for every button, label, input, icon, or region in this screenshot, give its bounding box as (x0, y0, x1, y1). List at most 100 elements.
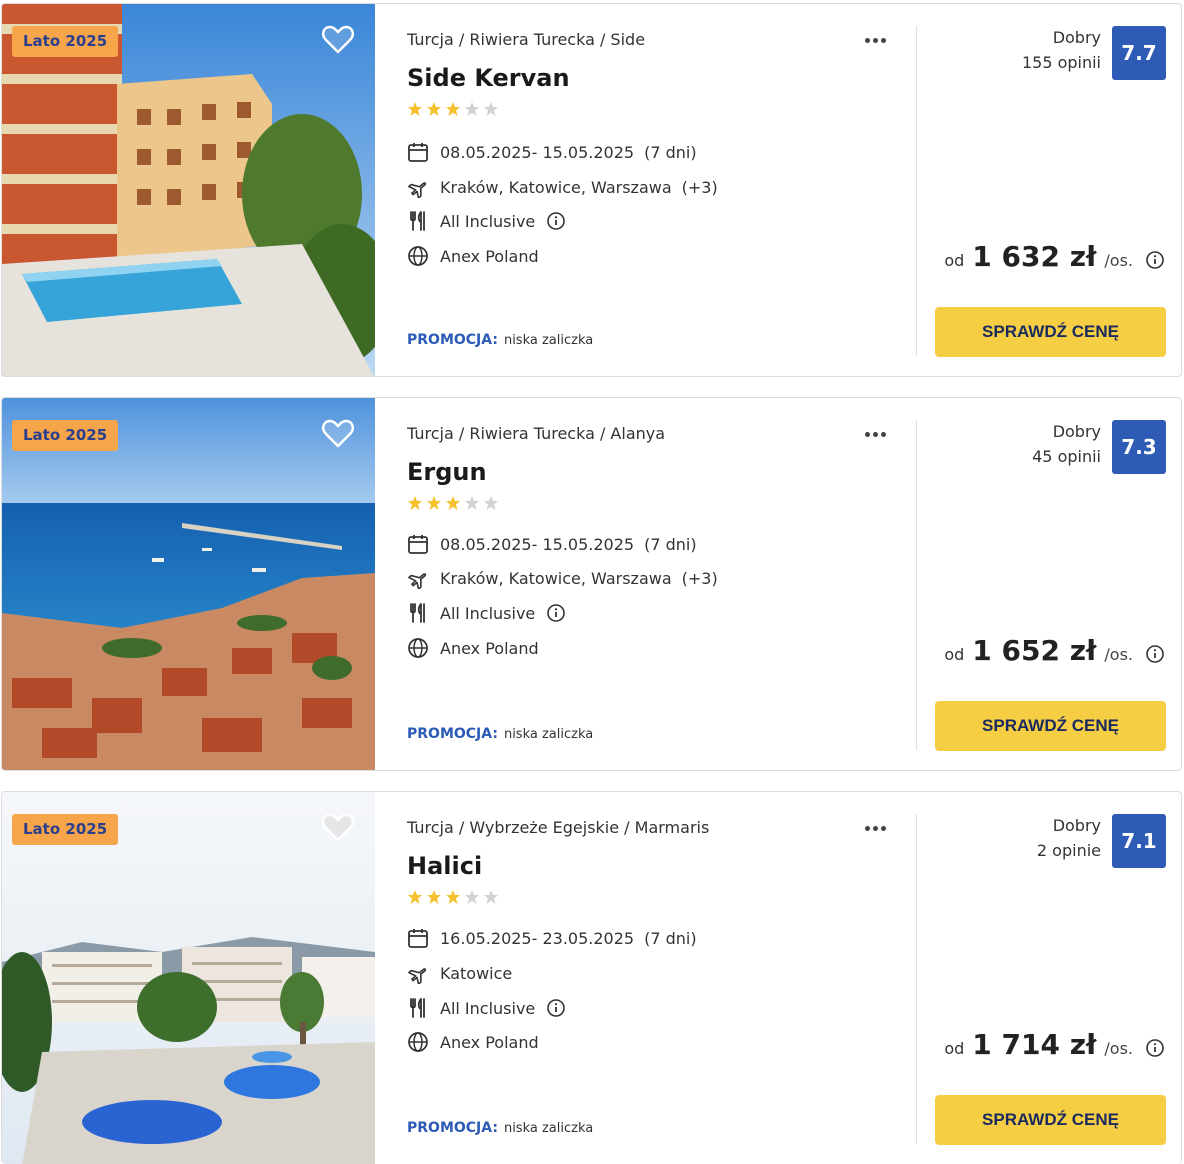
season-badge: Lato 2025 (12, 26, 119, 57)
cutlery-icon (407, 997, 429, 1019)
price-info-icon[interactable] (1145, 250, 1165, 270)
offer-info: Turcja / Riwiera Turecka / Alanya Ergun … (407, 398, 917, 770)
rating-count[interactable]: 45 opinii (1032, 447, 1101, 466)
promo-text: niska zaliczka (503, 1121, 594, 1136)
price-row: od 1 652 zł /os. (944, 634, 1165, 674)
divider (916, 814, 917, 1144)
more-options-icon[interactable] (865, 30, 895, 50)
resort-pools-photo (2, 792, 375, 1164)
hotel-photo[interactable] (2, 398, 375, 770)
board-row: All Inclusive (407, 601, 566, 625)
favorite-heart-icon[interactable] (320, 416, 356, 452)
check-price-button[interactable]: SPRAWDŹ CENĘ (935, 307, 1166, 357)
calendar-icon (407, 141, 429, 163)
rating-word: Dobry (1052, 28, 1101, 47)
info-icon[interactable] (546, 998, 566, 1018)
star-rating (407, 101, 502, 117)
star-empty-icon (483, 495, 499, 511)
price-row: od 1 632 zł /os. (944, 240, 1165, 280)
board-text: All Inclusive (440, 998, 536, 1018)
price-info-icon[interactable] (1145, 1038, 1165, 1058)
duration-text: (7 dni) (644, 142, 697, 162)
globe-icon (407, 245, 429, 267)
hotel-name[interactable]: Ergun (407, 458, 487, 486)
duration-text: (7 dni) (644, 928, 697, 948)
star-empty-icon (483, 101, 499, 117)
plane-icon (407, 962, 429, 984)
dates-text: 16.05.2025- 23.05.2025 (440, 928, 635, 948)
hotel-name[interactable]: Side Kervan (407, 64, 570, 92)
cutlery-icon (407, 210, 429, 232)
offer-card[interactable]: Lato 2025 Turcja / Wybrzeże Egejskie / M… (1, 791, 1182, 1164)
price-info-icon[interactable] (1145, 644, 1165, 664)
globe-icon (407, 637, 429, 659)
hotel-photo[interactable] (2, 792, 375, 1164)
price-suffix: /os. (1104, 1039, 1133, 1058)
promo-text: niska zaliczka (503, 727, 594, 742)
departures-more[interactable]: (+3) (682, 569, 718, 588)
departures-row: Katowice (407, 961, 512, 985)
dates-text: 08.05.2025- 15.05.2025 (440, 142, 635, 162)
promo-text: niska zaliczka (503, 333, 594, 348)
duration-text: (7 dni) (644, 534, 697, 554)
star-empty-icon (464, 495, 480, 511)
promo-label: PROMOCJA: (407, 332, 498, 348)
breadcrumb[interactable]: Turcja / Riwiera Turecka / Alanya (407, 424, 665, 443)
hotel-pool-photo (2, 4, 375, 376)
promo-label: PROMOCJA: (407, 1120, 498, 1136)
rating-word: Dobry (1052, 816, 1101, 835)
board-text: All Inclusive (440, 211, 536, 231)
star-empty-icon (464, 889, 480, 905)
info-icon[interactable] (546, 211, 566, 231)
rating-count[interactable]: 155 opinii (1022, 53, 1101, 72)
more-options-icon[interactable] (865, 424, 895, 444)
operator-row: Anex Poland (407, 244, 539, 268)
price-amount: 1 652 zł (972, 634, 1097, 667)
price-row: od 1 714 zł /os. (944, 1028, 1165, 1068)
departures-text: Kraków, Katowice, Warszawa (440, 568, 672, 588)
rating-count[interactable]: 2 opinie (1037, 841, 1101, 860)
plane-icon (407, 567, 429, 589)
star-filled-icon (426, 495, 442, 511)
breadcrumb[interactable]: Turcja / Riwiera Turecka / Side (407, 30, 645, 49)
season-badge: Lato 2025 (12, 814, 119, 845)
star-empty-icon (464, 101, 480, 117)
more-options-icon[interactable] (865, 818, 895, 838)
departures-more[interactable]: (+3) (682, 178, 718, 197)
star-filled-icon (426, 889, 442, 905)
hotel-photo[interactable] (2, 4, 375, 376)
price-prefix: od (944, 645, 965, 664)
calendar-icon (407, 927, 429, 949)
plane-icon (407, 176, 429, 198)
departures-row: Kraków, Katowice, Warszawa (+3) (407, 175, 718, 199)
star-filled-icon (445, 495, 461, 511)
check-price-button[interactable]: SPRAWDŹ CENĘ (935, 1095, 1166, 1145)
dates-row: 08.05.2025- 15.05.2025 (7 dni) (407, 532, 697, 556)
star-rating (407, 889, 502, 905)
price-suffix: /os. (1104, 251, 1133, 270)
promo: PROMOCJA: niska zaliczka (407, 726, 593, 742)
price-suffix: /os. (1104, 645, 1133, 664)
rating-score: 7.3 (1112, 420, 1166, 474)
offer-card[interactable]: Lato 2025 Turcja / Riwiera Turecka / Ala… (1, 397, 1182, 771)
promo: PROMOCJA: niska zaliczka (407, 1120, 593, 1136)
operator-row: Anex Poland (407, 636, 539, 660)
check-price-button[interactable]: SPRAWDŹ CENĘ (935, 701, 1166, 751)
rating-word: Dobry (1052, 422, 1101, 441)
offer-info: Turcja / Wybrzeże Egejskie / Marmaris Ha… (407, 792, 917, 1164)
departures-text: Kraków, Katowice, Warszawa (440, 177, 672, 197)
star-filled-icon (445, 889, 461, 905)
hotel-name[interactable]: Halici (407, 852, 482, 880)
breadcrumb[interactable]: Turcja / Wybrzeże Egejskie / Marmaris (407, 818, 709, 837)
operator-row: Anex Poland (407, 1030, 539, 1054)
info-icon[interactable] (546, 603, 566, 623)
offer-card[interactable]: Lato 2025 Turcja / Riwiera Turecka / Sid… (1, 3, 1182, 377)
price-amount: 1 632 zł (972, 240, 1097, 273)
favorite-heart-icon[interactable] (320, 810, 356, 846)
board-row: All Inclusive (407, 209, 566, 233)
star-empty-icon (483, 889, 499, 905)
favorite-heart-icon[interactable] (320, 22, 356, 58)
calendar-icon (407, 533, 429, 555)
star-filled-icon (426, 101, 442, 117)
operator-text: Anex Poland (440, 638, 539, 658)
